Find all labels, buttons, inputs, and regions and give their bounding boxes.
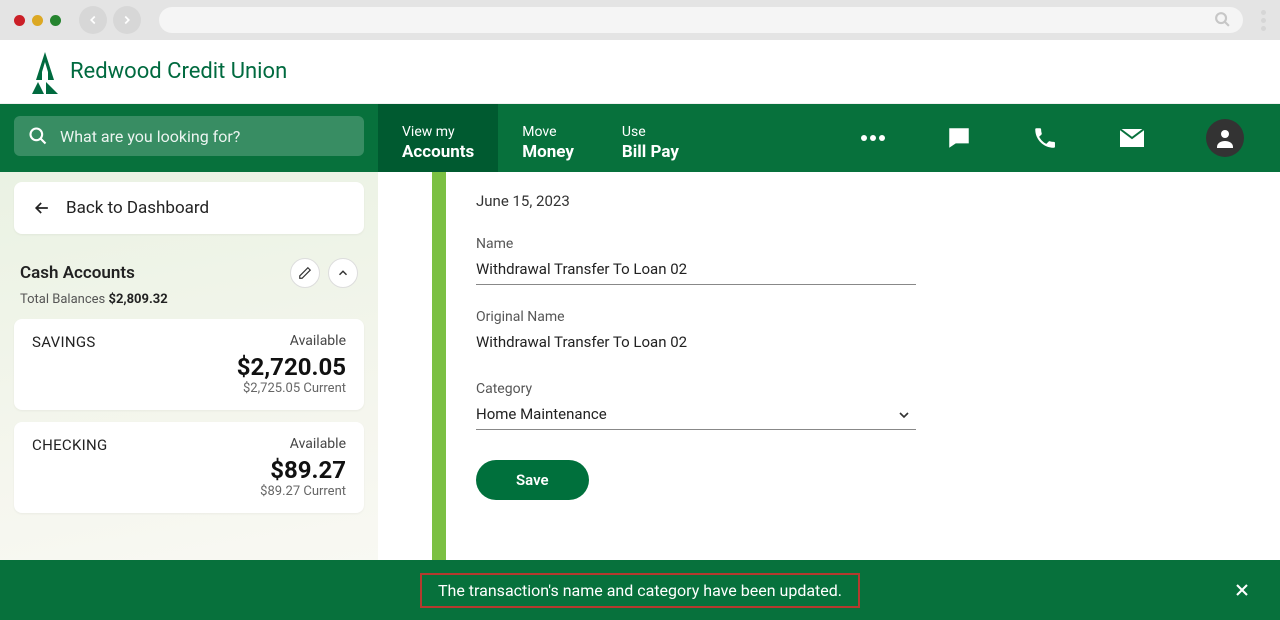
back-label: Back to Dashboard xyxy=(66,198,209,218)
available-label: Available xyxy=(290,333,346,351)
account-name: CHECKING xyxy=(32,436,108,454)
original-name-value: Withdrawal Transfer To Loan 02 xyxy=(476,329,916,357)
arrow-left-icon xyxy=(32,198,52,218)
tab-line2: Money xyxy=(522,141,574,163)
main-content: June 15, 2023 Name Withdrawal Transfer T… xyxy=(378,172,1280,620)
search-icon xyxy=(1214,11,1231,28)
section-title: Cash Accounts xyxy=(20,263,135,283)
window-close-icon[interactable] xyxy=(14,15,25,26)
window-maximize-icon[interactable] xyxy=(50,15,61,26)
brand-logo[interactable]: Redwood Credit Union xyxy=(32,50,287,94)
search-icon xyxy=(28,126,48,146)
search-field[interactable] xyxy=(60,127,350,146)
sidebar: Back to Dashboard Cash Accounts Total Ba… xyxy=(0,172,378,620)
search-input[interactable] xyxy=(14,116,364,156)
mail-icon[interactable] xyxy=(1118,127,1146,149)
tab-line1: Use xyxy=(622,123,679,141)
account-current: $89.27 Current xyxy=(32,484,346,499)
forward-button[interactable] xyxy=(113,6,141,34)
toast-notification: The transaction's name and category have… xyxy=(0,560,1280,620)
category-label: Category xyxy=(476,381,916,397)
url-bar[interactable] xyxy=(159,7,1243,33)
toast-close-button[interactable] xyxy=(1232,580,1252,600)
chevron-up-icon xyxy=(336,266,350,280)
name-input[interactable]: Withdrawal Transfer To Loan 02 xyxy=(476,256,916,285)
logo-bar: Redwood Credit Union xyxy=(0,40,1280,104)
tree-logo-icon xyxy=(32,50,58,94)
traffic-lights xyxy=(14,15,61,26)
edit-button[interactable] xyxy=(290,258,320,288)
tab-line2: Bill Pay xyxy=(622,141,679,163)
pencil-icon xyxy=(298,266,312,280)
name-label: Name xyxy=(476,236,916,252)
close-icon xyxy=(1232,580,1252,600)
browser-chrome xyxy=(0,0,1280,40)
back-button[interactable] xyxy=(79,6,107,34)
avatar-icon xyxy=(1206,119,1244,157)
save-button[interactable]: Save xyxy=(476,460,589,500)
more-icon[interactable] xyxy=(860,133,886,143)
browser-nav xyxy=(79,6,141,34)
account-card-checking[interactable]: CHECKING Available $89.27 $89.27 Current xyxy=(14,422,364,513)
transaction-date: June 15, 2023 xyxy=(476,192,916,210)
category-select[interactable]: Home Maintenance xyxy=(476,401,916,430)
account-current: $2,725.05 Current xyxy=(32,381,346,396)
tab-line2: Accounts xyxy=(402,141,474,163)
profile-button[interactable] xyxy=(1206,119,1244,157)
tab-billpay[interactable]: Use Bill Pay xyxy=(598,104,703,172)
toast-message: The transaction's name and category have… xyxy=(420,573,860,608)
tab-line1: View my xyxy=(402,123,474,141)
window-minimize-icon[interactable] xyxy=(32,15,43,26)
account-name: SAVINGS xyxy=(32,333,96,351)
collapse-button[interactable] xyxy=(328,258,358,288)
tab-line1: Move xyxy=(522,123,574,141)
chevron-down-icon xyxy=(896,407,912,423)
category-value: Home Maintenance xyxy=(476,405,607,423)
original-name-label: Original Name xyxy=(476,309,916,325)
tab-money[interactable]: Move Money xyxy=(498,104,598,172)
main-nav: View my Accounts Move Money Use Bill Pay xyxy=(0,104,1280,172)
available-label: Available xyxy=(290,436,346,454)
accent-stripe xyxy=(432,172,446,620)
account-amount: $89.27 xyxy=(32,456,346,484)
brand-name: Redwood Credit Union xyxy=(70,59,287,84)
phone-icon[interactable] xyxy=(1032,125,1058,151)
browser-menu-icon[interactable] xyxy=(1261,10,1266,31)
tab-accounts[interactable]: View my Accounts xyxy=(378,104,498,172)
account-amount: $2,720.05 xyxy=(32,353,346,381)
account-card-savings[interactable]: SAVINGS Available $2,720.05 $2,725.05 Cu… xyxy=(14,319,364,410)
back-to-dashboard[interactable]: Back to Dashboard xyxy=(14,182,364,234)
total-balances: Total Balances $2,809.32 xyxy=(14,292,364,319)
chat-icon[interactable] xyxy=(946,125,972,151)
